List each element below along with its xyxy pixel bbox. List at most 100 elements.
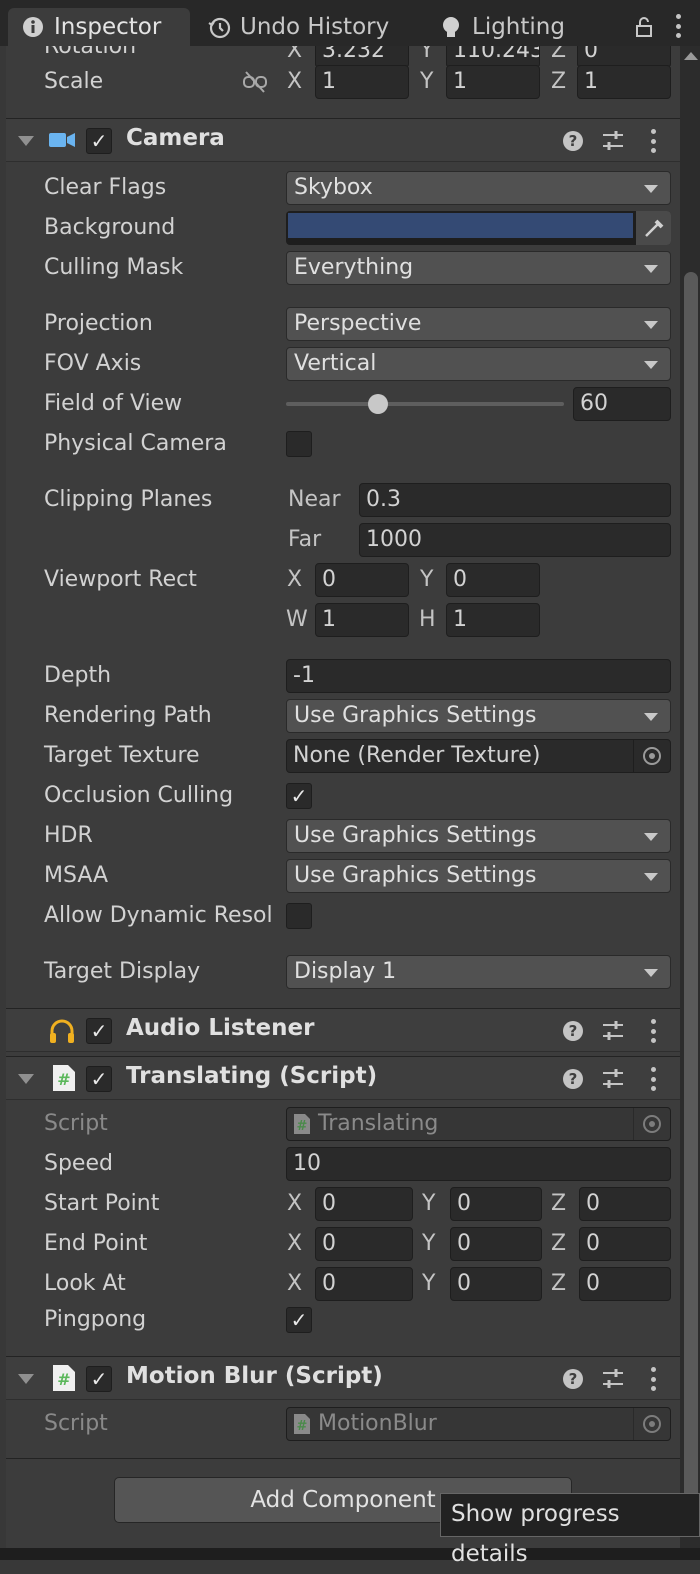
rendering-path-dropdown[interactable]: Use Graphics Settings bbox=[286, 699, 671, 733]
depth-label: Depth bbox=[44, 663, 112, 688]
look-x-field[interactable]: 0 bbox=[315, 1267, 413, 1301]
pingpong-checkbox[interactable]: ✓ bbox=[286, 1307, 312, 1333]
help-icon[interactable]: ? bbox=[563, 1021, 583, 1041]
clear-flags-dropdown[interactable]: Skybox bbox=[286, 171, 671, 205]
msaa-dropdown[interactable]: Use Graphics Settings bbox=[286, 859, 671, 893]
rotation-x-field[interactable]: 3.232 bbox=[315, 46, 409, 66]
fov-slider-track[interactable] bbox=[286, 402, 564, 406]
audio-listener-component-header[interactable]: ✓ Audio Listener ? bbox=[6, 1008, 680, 1052]
fov-value-field[interactable]: 60 bbox=[573, 387, 671, 421]
object-picker-button[interactable] bbox=[633, 740, 670, 772]
scale-z-field[interactable]: 1 bbox=[577, 65, 671, 99]
viewport-y-field[interactable]: 0 bbox=[446, 563, 540, 597]
svg-text:#: # bbox=[297, 1419, 308, 1434]
scroll-up-arrow-icon[interactable] bbox=[684, 52, 698, 60]
lock-icon[interactable] bbox=[634, 16, 654, 44]
depth-field[interactable]: -1 bbox=[286, 659, 671, 693]
scale-x-field[interactable]: 1 bbox=[315, 65, 409, 99]
dropdown-value: Display 1 bbox=[294, 959, 397, 984]
dropdown-value: Use Graphics Settings bbox=[294, 863, 537, 888]
scale-y-field[interactable]: 1 bbox=[446, 65, 540, 99]
viewport-h-field[interactable]: 1 bbox=[446, 603, 540, 637]
near-field[interactable]: 0.3 bbox=[359, 483, 671, 517]
chevron-down-icon bbox=[644, 185, 658, 193]
presets-icon[interactable] bbox=[602, 1067, 624, 1097]
rotation-z-field[interactable]: 0 bbox=[577, 46, 671, 66]
translating-component-header[interactable]: # ✓ Translating (Script) ? bbox=[6, 1056, 680, 1100]
end-y-field[interactable]: 0 bbox=[450, 1227, 542, 1261]
component-menu-kebab-icon[interactable] bbox=[650, 1067, 656, 1091]
rotation-y-field[interactable]: 110.243 bbox=[446, 46, 540, 66]
look-at-label: Look At bbox=[44, 1271, 126, 1296]
tab-menu-kebab-icon[interactable] bbox=[675, 14, 681, 38]
end-z-field[interactable]: 0 bbox=[579, 1227, 671, 1261]
scale-label: Scale bbox=[44, 69, 104, 94]
component-menu-kebab-icon[interactable] bbox=[650, 1019, 656, 1043]
tab-inspector[interactable]: Inspector bbox=[8, 8, 190, 46]
audio-listener-enabled-checkbox[interactable]: ✓ bbox=[86, 1018, 112, 1044]
look-z-field[interactable]: 0 bbox=[579, 1267, 671, 1301]
fov-slider-thumb[interactable] bbox=[367, 394, 388, 414]
tab-undo-history[interactable]: Undo History bbox=[208, 8, 389, 46]
allow-dynamic-resolution-checkbox[interactable] bbox=[286, 903, 312, 929]
fov-axis-dropdown[interactable]: Vertical bbox=[286, 347, 671, 381]
translating-enabled-checkbox[interactable]: ✓ bbox=[86, 1066, 112, 1092]
axis-z-label: Z bbox=[551, 1191, 567, 1216]
scrollbar-thumb[interactable] bbox=[684, 272, 698, 1522]
viewport-rect-label: Viewport Rect bbox=[44, 567, 197, 592]
foldout-arrow-icon[interactable] bbox=[18, 136, 34, 146]
occlusion-culling-checkbox[interactable]: ✓ bbox=[286, 783, 312, 809]
physical-camera-checkbox[interactable] bbox=[286, 431, 312, 457]
start-x-field[interactable]: 0 bbox=[315, 1187, 413, 1221]
projection-dropdown[interactable]: Perspective bbox=[286, 307, 671, 341]
target-texture-field[interactable]: None (Render Texture) bbox=[286, 739, 671, 773]
start-z-field[interactable]: 0 bbox=[579, 1187, 671, 1221]
presets-icon[interactable] bbox=[602, 1019, 624, 1049]
presets-icon[interactable] bbox=[602, 1367, 624, 1397]
target-texture-label: Target Texture bbox=[44, 743, 200, 768]
axis-y-label: Y bbox=[422, 1231, 436, 1256]
script-icon: # bbox=[52, 1364, 76, 1398]
start-y-field[interactable]: 0 bbox=[450, 1187, 542, 1221]
background-label: Background bbox=[44, 215, 176, 240]
viewport-w-field[interactable]: 1 bbox=[315, 603, 409, 637]
end-x-field[interactable]: 0 bbox=[315, 1227, 413, 1261]
motion-blur-enabled-checkbox[interactable]: ✓ bbox=[86, 1366, 112, 1392]
link-off-icon[interactable] bbox=[242, 70, 268, 100]
tab-lighting[interactable]: Lighting bbox=[440, 8, 565, 46]
viewport-x-field[interactable]: 0 bbox=[315, 563, 409, 597]
start-point-label: Start Point bbox=[44, 1191, 160, 1216]
svg-text:#: # bbox=[57, 1370, 70, 1389]
motion-blur-component-header[interactable]: # ✓ Motion Blur (Script) ? bbox=[6, 1356, 680, 1400]
axis-h-label: H bbox=[419, 607, 436, 632]
msaa-label: MSAA bbox=[44, 863, 109, 888]
eyedropper-button[interactable] bbox=[636, 211, 671, 245]
foldout-arrow-icon[interactable] bbox=[18, 1074, 34, 1084]
axis-y-label: Y bbox=[420, 567, 434, 592]
component-menu-kebab-icon[interactable] bbox=[650, 1367, 656, 1391]
presets-icon[interactable] bbox=[602, 129, 624, 159]
culling-mask-dropdown[interactable]: Everything bbox=[286, 251, 671, 285]
background-color-field[interactable] bbox=[286, 211, 671, 245]
tab-label: Lighting bbox=[472, 14, 565, 40]
help-icon[interactable]: ? bbox=[563, 1069, 583, 1089]
object-field-value: Translating bbox=[318, 1111, 439, 1136]
camera-component-header[interactable]: ✓ Camera ? bbox=[6, 118, 680, 162]
help-icon[interactable]: ? bbox=[563, 1369, 583, 1389]
chevron-down-icon bbox=[644, 969, 658, 977]
svg-text:#: # bbox=[57, 1070, 70, 1089]
chevron-down-icon bbox=[644, 265, 658, 273]
speed-field[interactable]: 10 bbox=[286, 1147, 671, 1181]
far-field[interactable]: 1000 bbox=[359, 523, 671, 557]
foldout-arrow-icon[interactable] bbox=[18, 1374, 34, 1384]
script-icon: # bbox=[293, 1413, 311, 1435]
help-icon[interactable]: ? bbox=[563, 131, 583, 151]
camera-enabled-checkbox[interactable]: ✓ bbox=[86, 128, 112, 154]
target-display-dropdown[interactable]: Display 1 bbox=[286, 955, 671, 989]
tab-label: Undo History bbox=[240, 14, 390, 40]
look-y-field[interactable]: 0 bbox=[450, 1267, 542, 1301]
component-menu-kebab-icon[interactable] bbox=[650, 129, 656, 153]
components-end-divider bbox=[6, 1458, 680, 1459]
speed-label: Speed bbox=[44, 1151, 113, 1176]
hdr-dropdown[interactable]: Use Graphics Settings bbox=[286, 819, 671, 853]
